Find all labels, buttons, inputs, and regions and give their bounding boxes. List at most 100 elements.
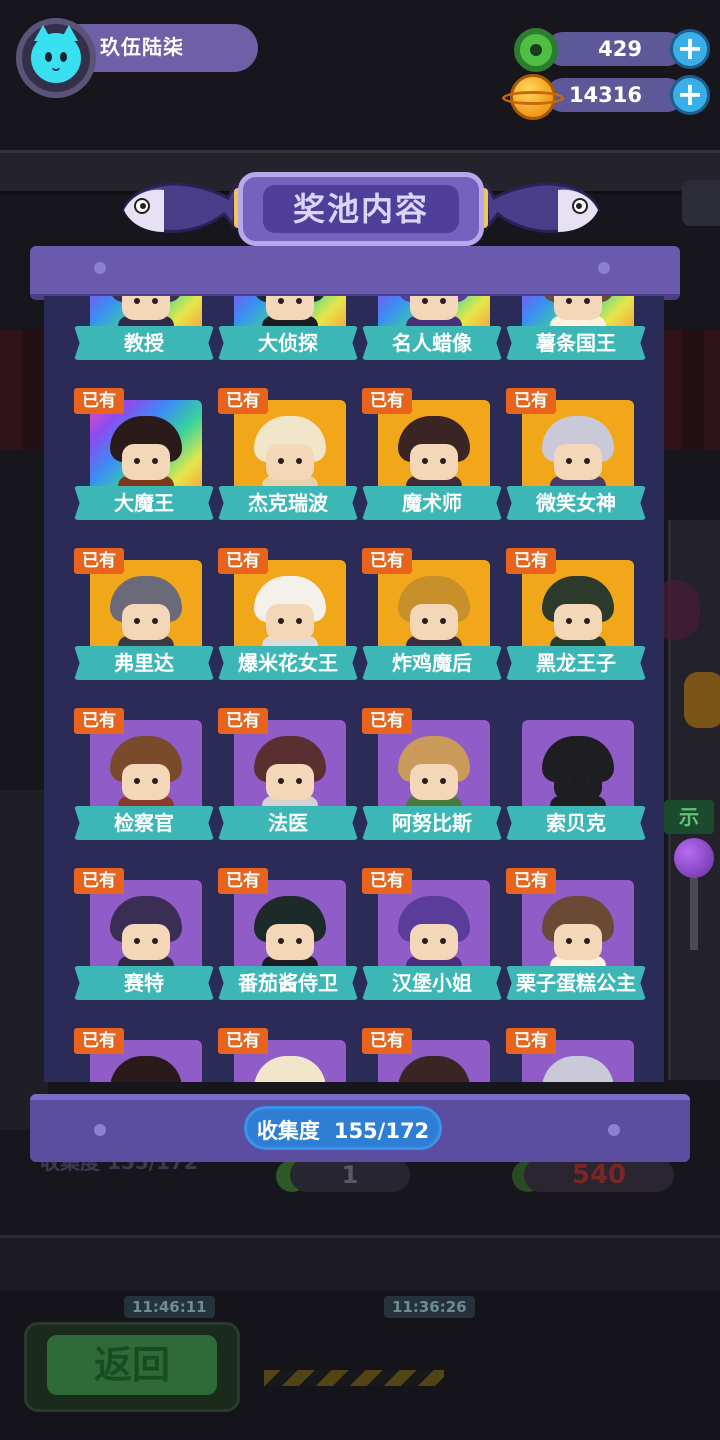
character-name: 大魔王 [74, 486, 214, 520]
character-figure-icon [394, 410, 474, 496]
character-card[interactable]: 大侦探 [218, 296, 358, 366]
character-portrait [522, 880, 634, 976]
character-card[interactable]: 赛特 已有 [74, 868, 214, 1006]
add-coin-button[interactable]: + [670, 75, 710, 115]
character-card[interactable]: 栗子蛋糕公主 已有 [506, 868, 646, 1006]
collection-value: 155/172 [333, 1119, 430, 1143]
character-card[interactable]: 魔术师 已有 [362, 388, 502, 526]
collection-label: 收集度 [256, 1119, 320, 1143]
character-portrait [90, 560, 202, 656]
prize-pool-list[interactable]: 教授 大侦探 名人蜡像 薯条国王 大魔王 已有 杰克瑞波 已有 魔术师 已有 微笑女神 已有 弗里达 已有… [44, 296, 664, 1082]
character-card[interactable]: 索贝克 [506, 708, 646, 846]
character-card[interactable]: 炸鸡魔后 已有 [362, 548, 502, 686]
character-figure-icon [106, 410, 186, 496]
fish-left-icon [122, 182, 238, 233]
owned-badge: 已有 [74, 388, 124, 414]
owned-badge: 已有 [362, 1028, 412, 1054]
character-name: 弗里达 [74, 646, 214, 680]
character-card[interactable]: 弗里达 已有 [74, 548, 214, 686]
character-portrait [522, 560, 634, 656]
character-card[interactable]: 爆米花女王 已有 [218, 548, 358, 686]
lever-stick [690, 870, 698, 950]
player-name-bar[interactable]: 玖伍陆柒 [70, 24, 258, 72]
character-card[interactable]: 检察官 已有 [74, 708, 214, 846]
character-card[interactable]: 法医 已有 [218, 708, 358, 846]
character-name: 炸鸡魔后 [362, 646, 502, 680]
return-button-label: 返回 [47, 1335, 217, 1395]
owned-badge: 已有 [506, 1028, 556, 1054]
lever-knob [674, 838, 714, 878]
return-button-dimmed: 返回 [24, 1322, 240, 1412]
character-figure-icon [538, 890, 618, 976]
character-name: 爆米花女王 [218, 646, 358, 680]
character-name: 番茄酱侍卫 [218, 966, 358, 1000]
character-card[interactable]: 黑龙王子 已有 [506, 548, 646, 686]
character-figure-icon [250, 410, 330, 496]
character-portrait [378, 400, 490, 496]
character-card[interactable]: 已有 [506, 1028, 646, 1082]
scroll-top-rod [30, 246, 680, 300]
player-name: 玖伍陆柒 [100, 35, 184, 59]
character-card[interactable]: 薯条国王 [506, 296, 646, 366]
character-name: 汉堡小姐 [362, 966, 502, 1000]
owned-badge: 已有 [218, 868, 268, 894]
character-card[interactable]: 杰克瑞波 已有 [218, 388, 358, 526]
owned-badge: 已有 [506, 388, 556, 414]
character-name: 微笑女神 [506, 486, 646, 520]
character-portrait [90, 400, 202, 496]
owned-badge: 已有 [362, 388, 412, 414]
donut-currency-bar: 429 [546, 32, 684, 66]
add-donut-button[interactable]: + [670, 29, 710, 69]
fish-right-icon [484, 182, 600, 233]
background-timer-1: 11:46:11 [124, 1296, 215, 1318]
character-card[interactable]: 汉堡小姐 已有 [362, 868, 502, 1006]
character-figure-icon [250, 890, 330, 976]
character-card[interactable]: 名人蜡像 [362, 296, 502, 366]
cat-avatar-icon [31, 25, 81, 83]
character-name: 大侦探 [218, 326, 358, 360]
owned-badge: 已有 [362, 708, 412, 734]
character-name: 薯条国王 [506, 326, 646, 360]
collection-progress: 收集度 155/172 [244, 1106, 442, 1150]
character-card[interactable]: 已有 [362, 1028, 502, 1082]
character-figure-icon [250, 1050, 330, 1082]
character-card[interactable]: 番茄酱侍卫 已有 [218, 868, 358, 1006]
donut-icon [514, 28, 558, 72]
character-figure-icon [538, 730, 618, 816]
character-figure-icon [538, 1050, 618, 1082]
character-portrait [378, 560, 490, 656]
character-figure-icon [394, 1050, 474, 1082]
character-portrait [90, 720, 202, 816]
character-name: 杰克瑞波 [218, 486, 358, 520]
background-counter [0, 1235, 720, 1298]
character-card[interactable]: 阿努比斯 已有 [362, 708, 502, 846]
owned-badge: 已有 [506, 868, 556, 894]
character-figure-icon [106, 1050, 186, 1082]
character-card[interactable]: 已有 [74, 1028, 214, 1082]
character-portrait [234, 720, 346, 816]
background-clip [682, 180, 720, 226]
character-card[interactable]: 已有 [218, 1028, 358, 1082]
owned-badge: 已有 [218, 388, 268, 414]
owned-badge: 已有 [74, 708, 124, 734]
background-machine-button: 示 [664, 800, 714, 834]
character-portrait [234, 400, 346, 496]
character-card[interactable]: 微笑女神 已有 [506, 388, 646, 526]
character-portrait [234, 880, 346, 976]
background-coin-count: 1 [290, 1158, 410, 1192]
character-figure-icon [250, 730, 330, 816]
character-card[interactable]: 大魔王 已有 [74, 388, 214, 526]
character-figure-icon [394, 570, 474, 656]
background-hazard-stripes [264, 1370, 444, 1386]
character-portrait [522, 720, 634, 816]
player-avatar[interactable] [16, 18, 96, 98]
character-figure-icon [394, 890, 474, 976]
character-name: 栗子蛋糕公主 [506, 966, 646, 1000]
character-figure-icon [106, 730, 186, 816]
character-name: 教授 [74, 326, 214, 360]
character-portrait [378, 720, 490, 816]
page-title: 奖池内容 [263, 185, 459, 233]
character-card[interactable]: 教授 [74, 296, 214, 366]
character-portrait [90, 880, 202, 976]
title-plate: 奖池内容 [238, 172, 484, 246]
